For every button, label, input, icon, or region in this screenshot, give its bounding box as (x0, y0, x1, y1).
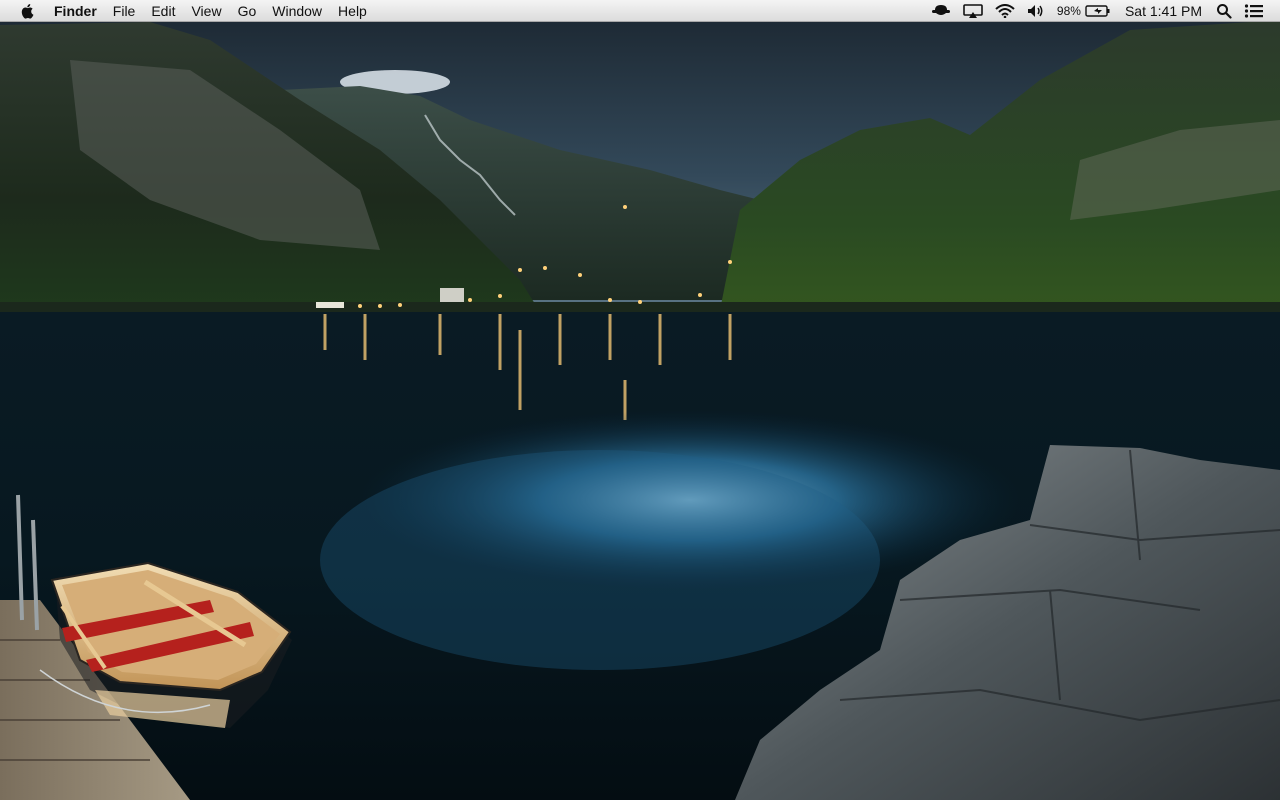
battery-percent: 98% (1056, 3, 1081, 18)
wifi-button[interactable] (989, 0, 1021, 22)
menu-bar: Finder File Edit View Go Window Help 98%… (0, 0, 1280, 22)
user-menu-extra[interactable] (925, 0, 957, 22)
apple-menu-button[interactable] (16, 0, 40, 22)
menu-go[interactable]: Go (230, 0, 265, 22)
menu-bar-left: Finder File Edit View Go Window Help (0, 0, 375, 22)
notification-center-button[interactable] (1238, 0, 1270, 22)
desktop-wallpaper (0, 0, 1280, 800)
menu-window[interactable]: Window (264, 0, 330, 22)
water-glow (320, 450, 880, 670)
magnifier-search-icon (1217, 3, 1232, 19)
menu-view[interactable]: View (183, 0, 229, 22)
spotlight-button[interactable] (1210, 0, 1238, 22)
menu-bar-status-area: 98% Sat 1:41 PM (925, 0, 1280, 22)
menu-app-name[interactable]: Finder (46, 0, 105, 22)
airplay-button[interactable] (957, 0, 989, 22)
wifi-icon (995, 3, 1015, 18)
battery-status[interactable]: 98% (1051, 0, 1117, 22)
menu-help[interactable]: Help (330, 0, 375, 22)
menu-bar-clock[interactable]: Sat 1:41 PM (1117, 0, 1210, 22)
fjord-landscape (0, 0, 1280, 800)
menu-file[interactable]: File (105, 0, 144, 22)
airplay-icon (963, 3, 983, 18)
user-silhouette-icon (931, 4, 950, 15)
speaker-volume-icon (1027, 4, 1043, 17)
battery-charging-icon (1085, 4, 1110, 17)
volume-button[interactable] (1021, 0, 1051, 22)
apple-logo-icon (21, 3, 34, 19)
menu-edit[interactable]: Edit (143, 0, 183, 22)
list-notification-center-icon (1244, 3, 1263, 18)
